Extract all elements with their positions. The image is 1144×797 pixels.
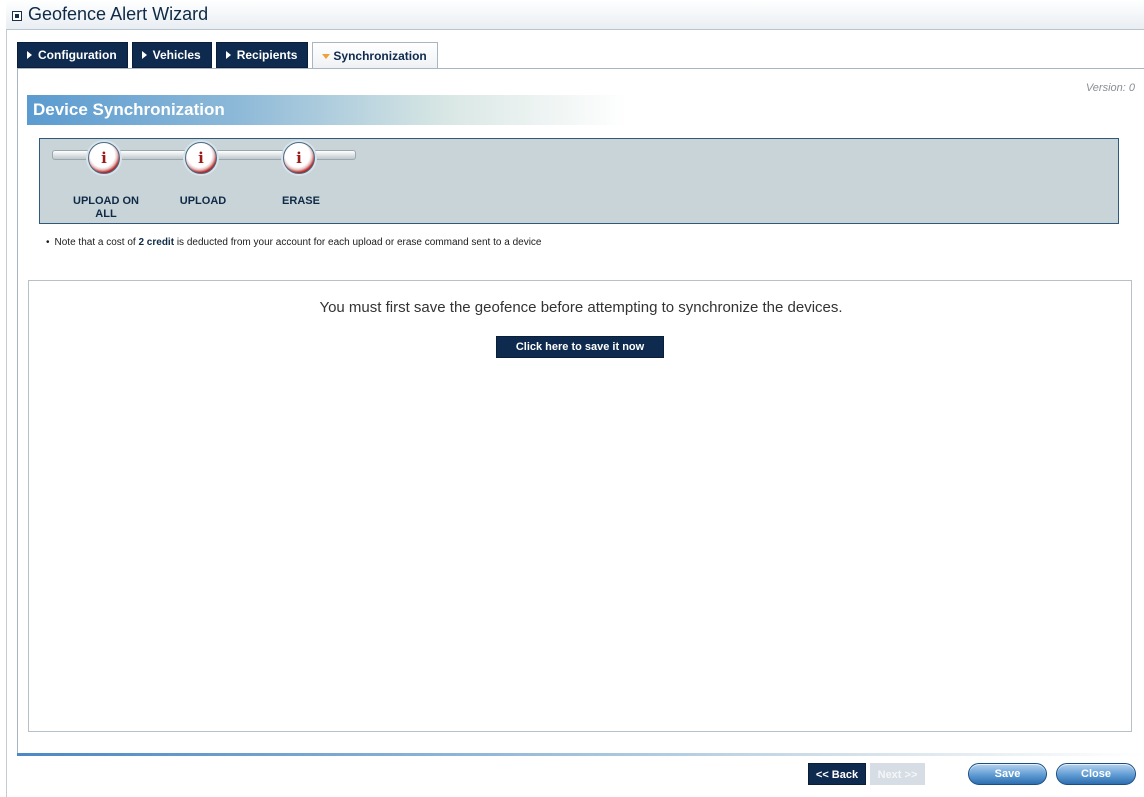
title-bar: Geofence Alert Wizard (6, 0, 1144, 30)
arrow-right-icon (225, 51, 231, 59)
window-menu-icon[interactable] (12, 11, 22, 21)
arrow-down-icon (322, 53, 331, 59)
section-title: Device Synchronization (33, 100, 225, 119)
sync-toolbar: i UPLOAD ON ALL i UPLOAD i ERASE (39, 138, 1119, 224)
sync-panel: You must first save the geofence before … (28, 280, 1132, 732)
back-button[interactable]: << Back (808, 763, 866, 785)
upload-button[interactable]: i UPLOAD (163, 142, 243, 222)
wizard-window: Geofence Alert Wizard Configuration Vehi… (0, 0, 1144, 797)
tab-label: Vehicles (152, 48, 201, 62)
tab-label: Synchronization (333, 49, 427, 63)
info-icon: i (185, 142, 217, 174)
credit-note: • Note that a cost of 2 credit is deducte… (46, 237, 541, 248)
next-button[interactable]: Next >> (870, 763, 925, 785)
tab-bar: Configuration Vehicles Recipients Synchr… (17, 42, 442, 69)
tab-synchronization[interactable]: Synchronization (312, 42, 438, 69)
tab-vehicles[interactable]: Vehicles (131, 42, 212, 68)
save-now-button[interactable]: Click here to save it now (496, 336, 664, 358)
tool-label: UPLOAD ON ALL (73, 195, 139, 220)
close-button[interactable]: Close (1056, 763, 1136, 785)
arrow-right-icon (27, 51, 32, 59)
note-prefix: Note that a cost of (54, 237, 136, 248)
save-button[interactable]: Save (968, 763, 1047, 785)
tab-label: Configuration (38, 48, 117, 62)
tool-label: ERASE (282, 195, 320, 207)
window-border (6, 30, 7, 797)
tab-recipients[interactable]: Recipients (215, 42, 309, 68)
upload-on-all-button[interactable]: i UPLOAD ON ALL (66, 142, 146, 222)
footer-divider (17, 753, 1144, 756)
arrow-right-icon (141, 51, 147, 59)
info-icon: i (88, 142, 120, 174)
bullet: • (46, 237, 50, 248)
save-required-message: You must first save the geofence before … (319, 299, 843, 316)
section-header: Device Synchronization (27, 95, 627, 125)
note-credit: 2 credit (138, 237, 175, 248)
tab-label: Recipients (236, 48, 298, 62)
erase-button[interactable]: i ERASE (261, 142, 341, 222)
tool-label: UPLOAD (179, 195, 227, 207)
version-label: Version: 0 (1085, 82, 1135, 94)
info-icon: i (283, 142, 315, 174)
note-suffix: is deducted from your account for each u… (176, 237, 542, 248)
tab-configuration[interactable]: Configuration (17, 42, 128, 68)
window-title: Geofence Alert Wizard (28, 4, 209, 24)
